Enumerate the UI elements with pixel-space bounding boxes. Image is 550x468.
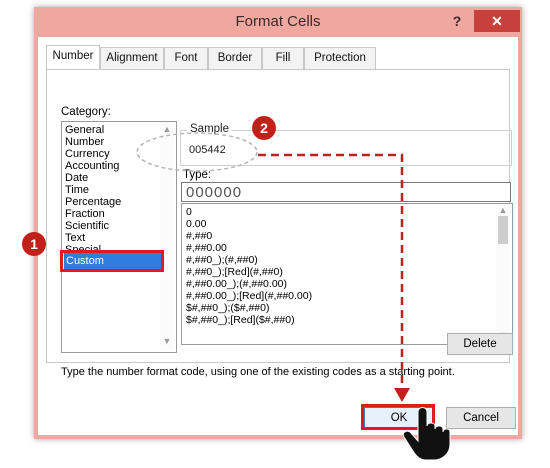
- category-item-currency[interactable]: Currency: [65, 148, 110, 160]
- scroll-up-icon[interactable]: ▲: [496, 205, 510, 215]
- close-button[interactable]: ✕: [474, 10, 520, 32]
- category-label: Category:: [61, 106, 111, 118]
- title-bar: Format Cells ? ✕: [34, 7, 522, 37]
- format-item[interactable]: #,##0_);(#,##0): [186, 254, 258, 266]
- format-item[interactable]: 0.00: [186, 218, 206, 230]
- category-item-percentage[interactable]: Percentage: [65, 196, 121, 208]
- tab-border[interactable]: Border: [208, 47, 262, 69]
- scroll-up-icon[interactable]: ▲: [160, 124, 174, 134]
- sample-label: Sample: [187, 123, 232, 135]
- sample-groupbox: [180, 130, 512, 166]
- description-text: Type the number format code, using one o…: [61, 366, 455, 378]
- format-item[interactable]: #,##0_);[Red](#,##0): [186, 266, 283, 278]
- format-item[interactable]: $#,##0_);($#,##0): [186, 302, 269, 314]
- format-item[interactable]: #,##0.00_);[Red](#,##0.00): [186, 290, 312, 302]
- step-2-badge: 2: [252, 116, 276, 140]
- tab-alignment[interactable]: Alignment: [100, 47, 164, 69]
- format-cells-dialog: Format Cells ? ✕ Number Alignment Font B…: [34, 7, 522, 439]
- tab-fill[interactable]: Fill: [262, 47, 304, 69]
- tab-number[interactable]: Number: [46, 45, 100, 70]
- format-item[interactable]: $#,##0_);[Red]($#,##0): [186, 314, 295, 326]
- category-item-time[interactable]: Time: [65, 184, 89, 196]
- step-1-badge: 1: [22, 232, 46, 256]
- format-item[interactable]: #,##0.00: [186, 242, 227, 254]
- tab-font[interactable]: Font: [164, 47, 208, 69]
- format-item[interactable]: 0: [186, 206, 192, 218]
- ok-highlight-box: [361, 404, 435, 430]
- category-item-scientific[interactable]: Scientific: [65, 220, 109, 232]
- type-label: Type:: [183, 169, 212, 181]
- scroll-down-icon[interactable]: ▼: [160, 336, 174, 346]
- category-item-fraction[interactable]: Fraction: [65, 208, 105, 220]
- tab-protection[interactable]: Protection: [304, 47, 376, 69]
- category-item-general[interactable]: General: [65, 124, 104, 136]
- format-item[interactable]: #,##0: [186, 230, 212, 242]
- format-item[interactable]: #,##0.00_);(#,##0.00): [186, 278, 287, 290]
- cancel-button[interactable]: Cancel: [446, 407, 516, 429]
- category-scrollbar[interactable]: ▲ ▼: [160, 122, 174, 350]
- custom-highlight-box: [60, 250, 164, 272]
- category-item-number[interactable]: Number: [65, 136, 104, 148]
- delete-button[interactable]: Delete: [447, 333, 513, 355]
- scroll-thumb[interactable]: [498, 216, 508, 244]
- format-scrollbar[interactable]: ▲ ▼: [496, 204, 510, 342]
- category-list[interactable]: General Number Currency Accounting Date …: [61, 121, 177, 353]
- help-button[interactable]: ?: [444, 10, 470, 32]
- dialog-body: Number Alignment Font Border Fill Protec…: [38, 37, 518, 435]
- format-code-list[interactable]: 0 0.00 #,##0 #,##0.00 #,##0_);(#,##0) #,…: [181, 203, 513, 345]
- category-item-accounting[interactable]: Accounting: [65, 160, 119, 172]
- type-input[interactable]: 000000: [181, 182, 511, 202]
- category-item-text[interactable]: Text: [65, 232, 85, 244]
- number-tab-panel: Category: General Number Currency Accoun…: [46, 69, 513, 378]
- category-item-date[interactable]: Date: [65, 172, 88, 184]
- sample-value: 005442: [189, 144, 226, 156]
